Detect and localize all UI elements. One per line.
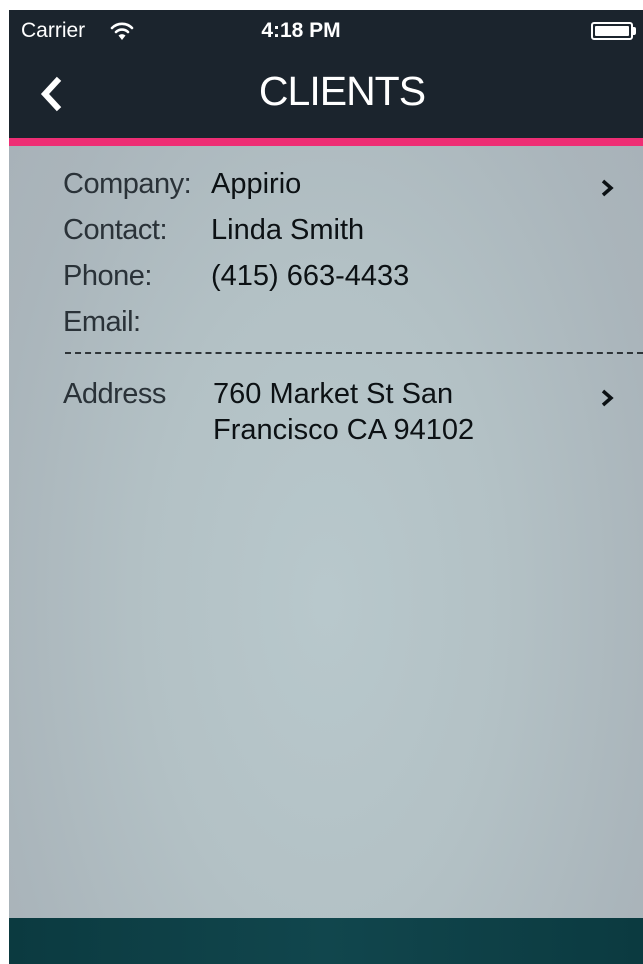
contact-row: Contact: Linda Smith <box>9 214 643 258</box>
address-label: Address <box>63 378 166 410</box>
phone-row[interactable]: Phone: (415) 663-4433 <box>9 260 643 304</box>
battery-full-icon <box>591 22 633 40</box>
chevron-right-icon <box>601 179 614 197</box>
address-value: 760 Market St San Francisco CA 94102 <box>213 378 475 446</box>
contact-value: Linda Smith <box>211 214 365 246</box>
chevron-right-icon <box>601 389 614 407</box>
bottom-toolbar <box>9 918 643 964</box>
dashed-divider <box>65 352 643 354</box>
address-row[interactable]: Address 760 Market St San Francisco CA 9… <box>9 378 643 458</box>
contact-label: Contact: <box>63 214 168 246</box>
status-bar: Carrier 4:18 PM <box>9 10 643 52</box>
company-label: Company: <box>63 168 192 200</box>
accent-divider <box>9 138 643 146</box>
page-title: CLIENTS <box>258 68 426 114</box>
app-screen: Carrier 4:18 PM CLIENTS Company: Appirio… <box>9 10 643 964</box>
email-row[interactable]: Email: <box>9 306 643 350</box>
company-row[interactable]: Company: Appirio <box>9 168 643 212</box>
battery-nub <box>633 27 636 35</box>
company-value: Appirio <box>211 168 302 200</box>
phone-label: Phone: <box>63 260 152 292</box>
email-label: Email: <box>63 306 141 338</box>
navigation-bar: Carrier 4:18 PM CLIENTS <box>9 10 643 138</box>
phone-value[interactable]: (415) 663-4433 <box>211 260 409 293</box>
status-time: 4:18 PM <box>261 19 341 42</box>
